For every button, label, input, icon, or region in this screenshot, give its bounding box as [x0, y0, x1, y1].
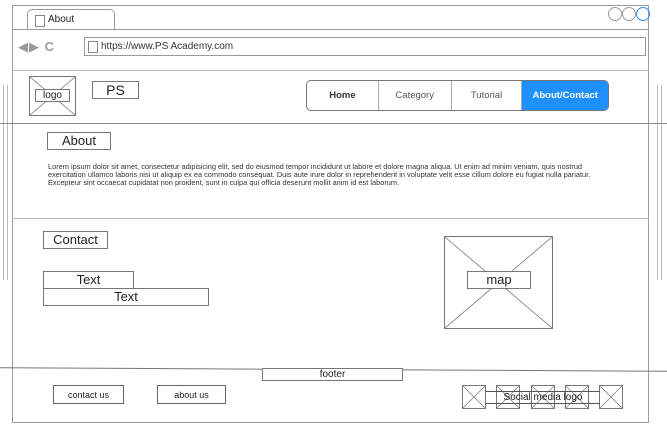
about-us-button[interactable]: about us — [157, 385, 226, 404]
contact-heading: Contact — [43, 231, 108, 249]
nav-category[interactable]: Category — [379, 81, 452, 110]
about-heading: About — [47, 132, 111, 150]
contact-text-2: Text — [43, 288, 209, 306]
left-edge-line-2 — [7, 85, 8, 280]
forward-arrow-icon[interactable]: ▶ — [29, 39, 40, 54]
browser-nav-buttons: ◀▶ C — [18, 39, 55, 55]
nav-about-contact[interactable]: About/Contact — [522, 81, 608, 110]
window-close-icon[interactable] — [636, 7, 650, 21]
left-edge-line — [3, 85, 4, 280]
social-icon-5[interactable] — [599, 385, 623, 409]
tab-bar-divider — [12, 29, 649, 30]
social-icon-1[interactable] — [462, 385, 486, 409]
logo-label: logo — [35, 89, 70, 102]
nav-home[interactable]: Home — [307, 81, 379, 110]
about-body: Lorem ipsum dolor sit amet, consectetur … — [48, 162, 591, 188]
back-arrow-icon[interactable]: ◀ — [18, 39, 29, 54]
brand-name: PS — [92, 81, 139, 99]
nav-tutorial[interactable]: Tutorial — [452, 81, 523, 110]
url-text: https://www.PS Academy.com — [101, 41, 234, 52]
tab-title: About — [48, 14, 75, 25]
right-edge-line — [657, 85, 658, 280]
page-icon — [35, 15, 45, 27]
address-bar[interactable]: https://www.PS Academy.com — [84, 37, 646, 56]
contact-us-button[interactable]: contact us — [53, 385, 124, 404]
footer-label: footer — [262, 368, 403, 381]
social-media-label: Social media logo — [486, 391, 600, 404]
browser-window — [12, 5, 649, 423]
toolbar-divider — [12, 70, 649, 71]
reload-icon[interactable]: C — [45, 39, 55, 54]
window-minimize-icon[interactable] — [608, 7, 622, 21]
main-nav: Home Category Tutorial About/Contact — [306, 80, 609, 111]
right-edge-line-2 — [661, 85, 662, 280]
about-divider — [12, 218, 649, 219]
window-maximize-icon[interactable] — [622, 7, 636, 21]
map-label: map — [467, 271, 531, 289]
browser-tab[interactable]: About — [27, 9, 115, 30]
contact-text-1: Text — [43, 271, 134, 289]
page-icon — [88, 41, 98, 53]
header-divider — [0, 123, 667, 124]
